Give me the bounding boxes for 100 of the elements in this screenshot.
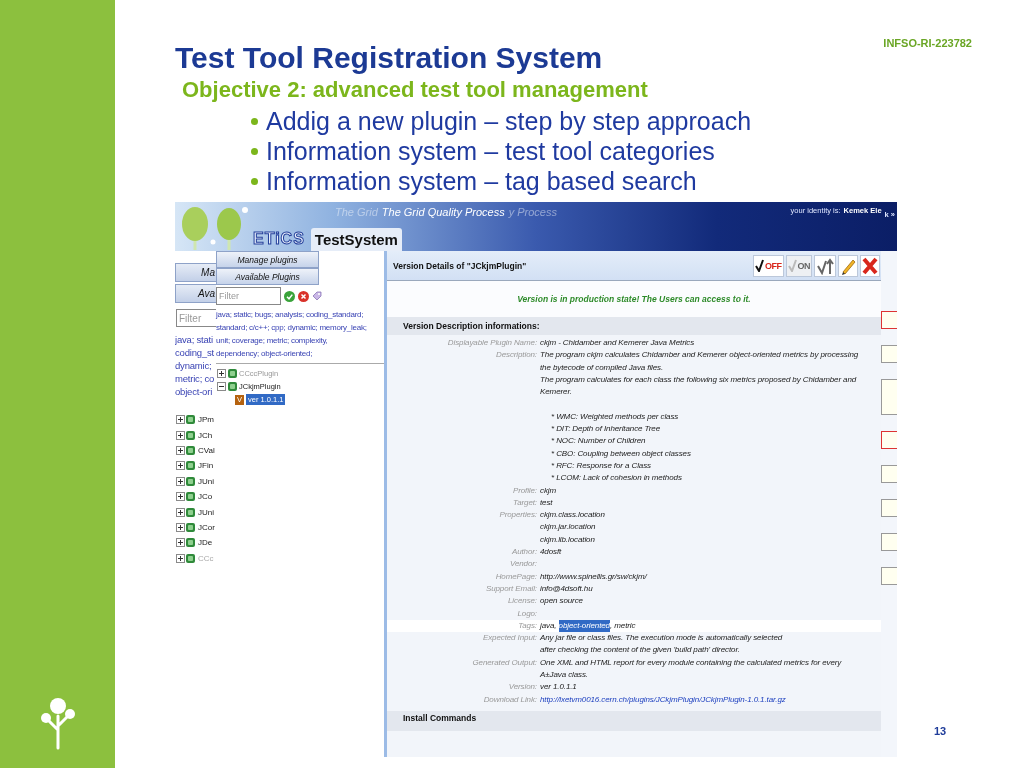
field-label: Download Link: [482, 693, 537, 706]
document-code: INFSO-RI-223782 [883, 37, 972, 49]
field-label: Properties: [498, 509, 537, 522]
field-label: Target: [512, 496, 537, 509]
bullet-icon [251, 177, 258, 185]
field-value: ckjm.lib.location [540, 533, 596, 546]
tag-list-text: standard; c/c++; cpp; dynamic; memory_leak; [216, 322, 368, 334]
close-icon [862, 256, 878, 275]
approve-button[interactable] [814, 254, 836, 277]
input-field[interactable] [881, 567, 897, 585]
field-value: ver 1.0.1.1 [540, 681, 578, 694]
field-label: Expected Input: [481, 632, 537, 645]
block-icon [228, 382, 237, 391]
check-arrow-icon [816, 256, 834, 275]
block-icon [186, 507, 195, 517]
input-field[interactable] [881, 345, 897, 363]
tag-list-text: dynamic; [175, 359, 213, 372]
text-area-field[interactable] [881, 379, 897, 415]
field-label: Vendor: [508, 558, 537, 571]
filter-field[interactable]: Filter [216, 287, 281, 305]
field-value: ckjm [540, 484, 558, 497]
input-field[interactable] [881, 465, 897, 483]
tag-icon [312, 291, 322, 301]
bullet-text: Information system – tag based search [266, 166, 697, 196]
menu-button[interactable]: Available Plugins [216, 268, 319, 285]
edit-button[interactable] [838, 254, 858, 277]
tree-item[interactable]: JUni [198, 507, 214, 517]
block-icon [186, 461, 195, 471]
field-label: Generated Output: [471, 656, 537, 669]
field-label: Displayable Plugin Name: [446, 337, 537, 349]
status-message: Version is in production state! The Users can access to it. [517, 294, 751, 304]
field-value: One XML and HTML report for every module containing the calculated metrics for every [540, 656, 843, 669]
tree-item[interactable]: JDe [198, 538, 213, 548]
popup-title: Version Details of "JCkjmPlugin" [393, 260, 527, 271]
input-field[interactable] [881, 431, 897, 449]
metric-item: * RFC: Response for a Class [551, 459, 652, 472]
banner-slogan: y Process [508, 206, 557, 218]
field-value: Any jar file or class files. The execution mode is automatically selected [540, 632, 784, 645]
field-value: ckjm - Chidamber and Kemerer Java Metrics [540, 337, 696, 349]
block-icon [186, 476, 195, 486]
block-icon [186, 492, 195, 502]
bullet-text: Addig a new plugin – step by step approach [266, 106, 752, 136]
page-number: 13 [934, 725, 947, 737]
banner-slogan: The Grid Quality Process [381, 206, 505, 218]
field-value: Kemerer. [540, 386, 573, 399]
input-field[interactable] [881, 499, 897, 517]
tab[interactable]: TestSystem [310, 228, 402, 251]
close-circle-icon [298, 290, 309, 302]
bullet-icon [251, 147, 258, 155]
tag-list-text: java; stati [175, 333, 214, 346]
field-label: Description: [494, 349, 537, 362]
metric-item: * NOC: Number of Children [551, 435, 647, 448]
menu-button[interactable]: Ma [175, 263, 216, 282]
field-label: Tags: [517, 619, 537, 632]
field-value: after checking the content of the given 'build path' director. [540, 644, 741, 657]
metric-item: * LCOM: Lack of cohesion in methods [551, 472, 683, 485]
tag-list-text: dependency; object-oriented; [216, 348, 314, 360]
field-label: Logo: [516, 607, 537, 620]
tree-item[interactable]: JCor [198, 522, 215, 532]
tag-list-text: metric; co [175, 372, 216, 385]
slide-subtitle: Objective 2: advanced test tool management [182, 78, 649, 102]
off-button[interactable]: OFF [753, 254, 784, 277]
input-field[interactable] [881, 533, 897, 551]
menu-button[interactable]: Ava [175, 284, 216, 303]
menu-button[interactable]: Manage plugins [216, 251, 319, 268]
field-value: ckjm.class.location [540, 509, 606, 522]
field-value: The program calculates for each class the following six metrics proposed by Chidamber and [540, 373, 858, 386]
field-label: HomePage: [494, 570, 537, 583]
tag-list-text: unit; coverage; metric; complexity, [216, 335, 329, 347]
field-label: Version: [507, 681, 537, 694]
check-circle-icon [284, 290, 295, 302]
input-field[interactable] [881, 311, 897, 329]
delete-button[interactable] [860, 254, 880, 277]
check-icon [755, 259, 764, 272]
tree-item[interactable]: JFin [198, 461, 214, 471]
field-value: the bytecode of compiled Java files. [540, 361, 665, 374]
field-value: ckjm.jar.location [540, 521, 597, 534]
block-icon [186, 553, 195, 563]
field-value: A±Java class. [540, 669, 589, 681]
tree-item[interactable]: JCh [198, 430, 213, 440]
block-icon [186, 538, 195, 548]
block-icon [228, 369, 237, 378]
metric-item: * WMC: Weighted methods per class [551, 410, 680, 423]
tree-item[interactable]: JPm [198, 415, 214, 425]
field-value: open source [540, 595, 584, 608]
metric-item: * DIT: Depth of Inheritance Tree [551, 423, 661, 436]
field-value: http://www.spinellis.gr/sw/ckjm/ [540, 570, 649, 583]
download-link[interactable]: http://lxetvm0016.cern.ch/plugins/JCkjmPlugin/JCkjmPlugin-1.0.1.tar.gz [540, 693, 881, 706]
metric-item: * CBO: Coupling between object classes [551, 447, 692, 460]
tree-item[interactable]: JUni [198, 476, 214, 486]
tree-item[interactable]: CVal [198, 445, 215, 455]
tag-list-text: object-ori [175, 385, 214, 398]
section-heading: Install Commands [387, 710, 881, 731]
tag-list-text: java; static; bugs; analysis; coding_standard; [216, 309, 365, 321]
block-icon [186, 445, 195, 455]
bullet-text: Information system – test tool categories [266, 136, 715, 166]
filter-field[interactable]: Filter [176, 309, 216, 327]
section-heading: Version Description informations: [387, 317, 881, 335]
field-label: Support Email: [484, 582, 537, 595]
tree-item[interactable]: JCo [198, 492, 213, 502]
